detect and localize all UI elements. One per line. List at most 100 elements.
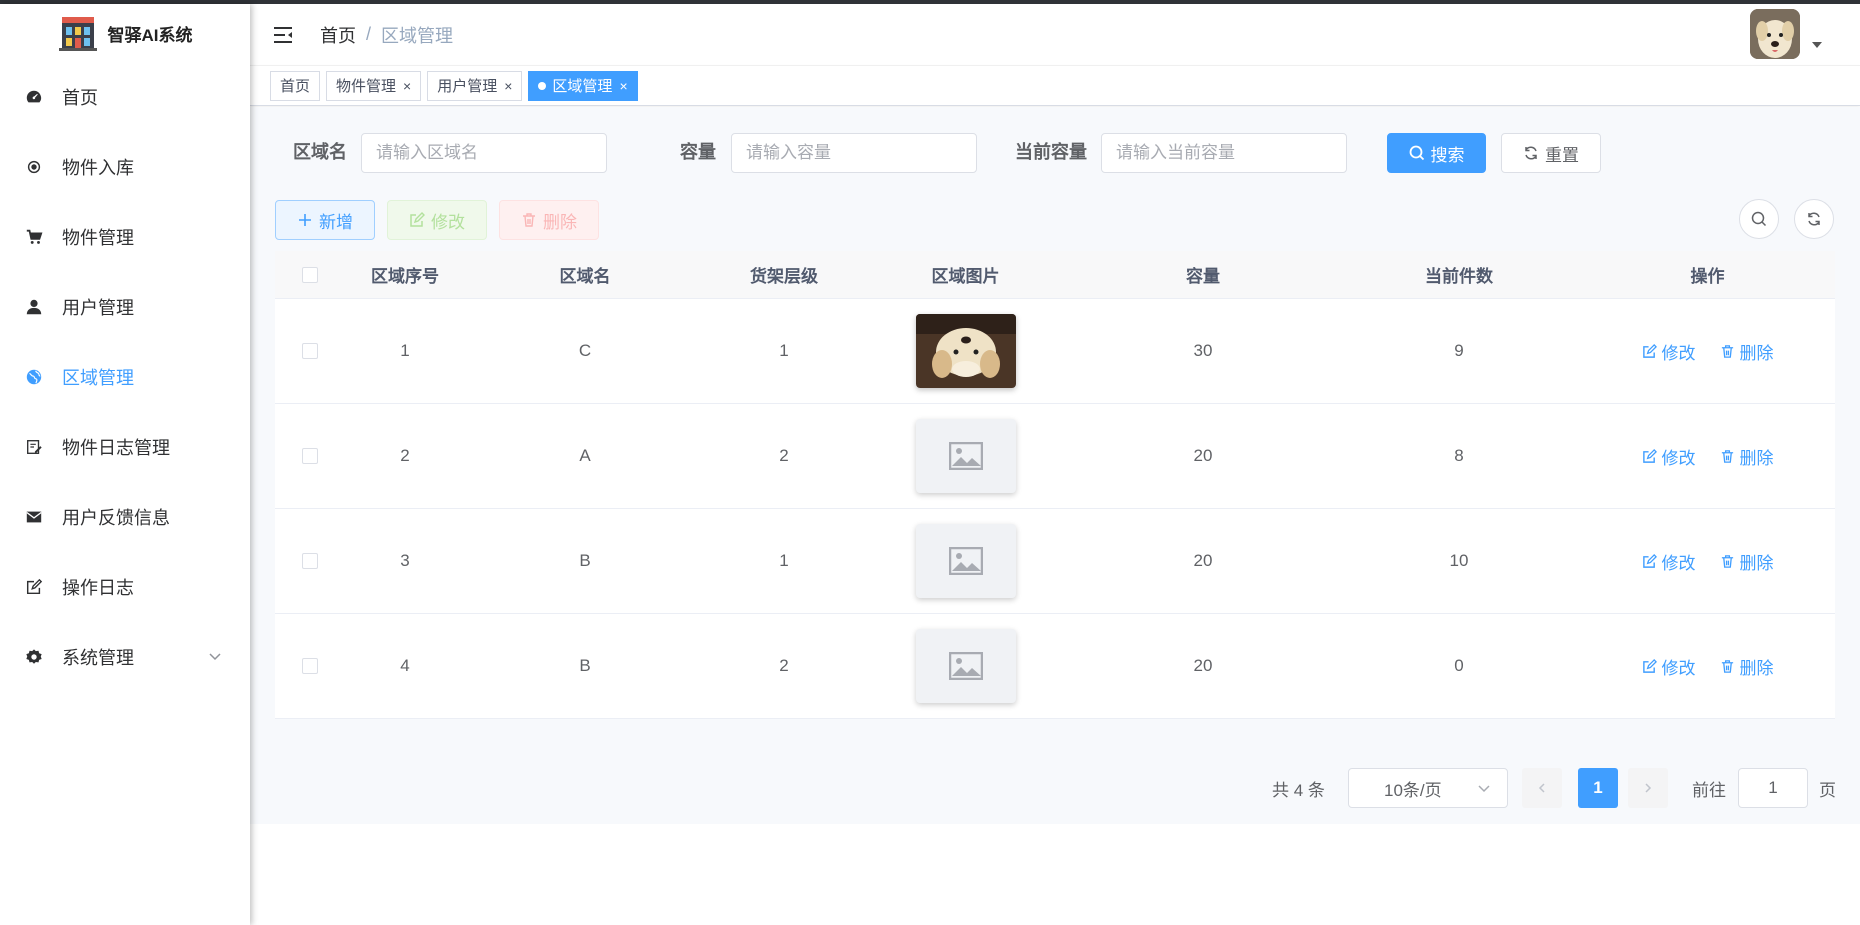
globe-icon (24, 367, 44, 387)
capacity: 20 (1193, 656, 1213, 675)
radio-icon (24, 157, 44, 177)
logo[interactable]: 智驿AI系统 (0, 4, 250, 62)
reset-button-label: 重置 (1545, 145, 1579, 165)
toggle-search-button[interactable] (1739, 199, 1779, 239)
sidebar-item-label: 区域管理 (62, 368, 134, 388)
prev-page-button[interactable] (1522, 768, 1562, 808)
zone-image-cell (863, 629, 1068, 703)
search-form: 区域名 请输入区域名 容量 请输入容量 当前容量 请输入当前容量 (250, 107, 1860, 187)
row-edit-label: 修改 (1661, 448, 1696, 468)
sidebar-item-users[interactable]: 用户管理 (0, 272, 250, 342)
zone-name-input[interactable]: 请输入区域名 (361, 133, 607, 173)
row-checkbox[interactable] (302, 343, 318, 359)
tag-items[interactable]: 物件管理 × (326, 70, 422, 101)
goto-page-input[interactable]: 1 (1738, 768, 1808, 808)
current-capacity-input[interactable]: 请输入当前容量 (1101, 133, 1347, 173)
sidebar-item-item-logs[interactable]: 物件日志管理 (0, 412, 250, 482)
sidebar-menu: 首页 物件入库 物件管理 用户管理 区域管理 物件日志管理 用户反馈信息 操作日… (0, 62, 250, 692)
image-placeholder-icon[interactable] (915, 419, 1016, 493)
delete-button[interactable]: 删除 (499, 200, 599, 240)
shelf-level: 2 (779, 446, 789, 465)
current-count: 10 (1449, 551, 1469, 570)
chevron-down-icon (1478, 785, 1490, 793)
row-edit-button[interactable]: 修改 (1642, 339, 1696, 364)
zone-name: B (579, 656, 591, 675)
row-select-cell (275, 553, 345, 569)
zone-image[interactable] (915, 314, 1016, 388)
breadcrumb-current: 区域管理 (381, 25, 454, 46)
close-icon[interactable]: × (504, 78, 512, 94)
row-delete-button[interactable]: 删除 (1720, 444, 1774, 469)
search-button-label: 搜索 (1430, 145, 1465, 165)
column-header: 区域序号 (371, 267, 439, 286)
tags-view: 首页 物件管理 × 用户管理 × 区域管理 × (250, 66, 1860, 106)
tag-label: 用户管理 (437, 78, 498, 95)
zone-name-label: 区域名 (293, 142, 347, 162)
zone-table: 区域序号 区域名 货架层级 区域图片 容量 当前件数 操作 1 C 1 30 9… (275, 251, 1835, 719)
reset-button[interactable]: 重置 (1501, 133, 1601, 173)
column-header: 区域名 (559, 267, 611, 286)
tag-users[interactable]: 用户管理 × (427, 70, 523, 101)
row-checkbox[interactable] (302, 658, 318, 674)
row-edit-button[interactable]: 修改 (1642, 444, 1696, 469)
edit-icon (410, 212, 425, 227)
hamburger-icon[interactable] (272, 24, 294, 46)
sidebar-item-stock-in[interactable]: 物件入库 (0, 132, 250, 202)
breadcrumb-home[interactable]: 首页 (320, 22, 356, 48)
sidebar-item-label: 用户管理 (62, 298, 134, 318)
column-header: 当前件数 (1425, 267, 1493, 286)
page-size-value: 10条/页 (1384, 780, 1442, 800)
sidebar-item-home[interactable]: 首页 (0, 62, 250, 132)
app-title: 智驿AI系统 (107, 25, 193, 45)
caret-down-icon[interactable] (1812, 42, 1822, 48)
form-icon (24, 577, 44, 597)
capacity-label: 容量 (680, 142, 716, 162)
sidebar-item-operation-logs[interactable]: 操作日志 (0, 552, 250, 622)
avatar[interactable] (1750, 9, 1800, 59)
row-actions: 修改 删除 (1580, 444, 1835, 469)
add-button[interactable]: 新增 (275, 200, 375, 240)
next-page-button[interactable] (1628, 768, 1668, 808)
tag-zones[interactable]: 区域管理 × (528, 70, 638, 101)
select-all-cell (275, 266, 345, 283)
cart-icon (24, 227, 44, 247)
edit-button[interactable]: 修改 (387, 200, 487, 240)
table-row: 4 B 2 20 0 修改 删除 (275, 614, 1835, 719)
row-select-cell (275, 448, 345, 464)
select-all-checkbox[interactable] (302, 266, 318, 283)
row-checkbox[interactable] (302, 553, 318, 569)
row-delete-button[interactable]: 删除 (1720, 339, 1774, 364)
refresh-icon (1808, 212, 1820, 226)
table-header: 区域序号 区域名 货架层级 区域图片 容量 当前件数 操作 (275, 251, 1835, 299)
sidebar-item-zones[interactable]: 区域管理 (0, 342, 250, 412)
refresh-table-button[interactable] (1794, 199, 1834, 239)
search-button[interactable]: 搜索 (1387, 133, 1486, 173)
row-delete-label: 删除 (1739, 343, 1774, 363)
tag-home[interactable]: 首页 (270, 70, 321, 101)
sidebar-item-system[interactable]: 系统管理 (0, 622, 250, 692)
page-number-button[interactable]: 1 (1578, 768, 1618, 808)
sidebar: 智驿AI系统 首页 物件入库 物件管理 用户管理 区域管理 物件日志管理 用户反… (0, 4, 250, 925)
row-delete-button[interactable]: 删除 (1720, 549, 1774, 574)
edit-icon (1642, 448, 1657, 463)
row-select-cell (275, 658, 345, 674)
page-size-select[interactable]: 10条/页 (1348, 768, 1508, 808)
sidebar-item-items[interactable]: 物件管理 (0, 202, 250, 272)
search-icon (1409, 145, 1424, 161)
row-checkbox[interactable] (302, 448, 318, 464)
sidebar-item-label: 物件管理 (62, 228, 134, 248)
zone-image-cell (863, 419, 1068, 493)
image-placeholder-icon[interactable] (915, 524, 1016, 598)
sidebar-item-feedback[interactable]: 用户反馈信息 (0, 482, 250, 552)
close-icon[interactable]: × (403, 78, 411, 94)
close-icon[interactable]: × (619, 78, 627, 94)
row-edit-button[interactable]: 修改 (1642, 654, 1696, 679)
image-placeholder-icon[interactable] (915, 629, 1016, 703)
row-delete-button[interactable]: 删除 (1720, 654, 1774, 679)
row-edit-button[interactable]: 修改 (1642, 549, 1696, 574)
capacity-input[interactable]: 请输入容量 (731, 133, 977, 173)
breadcrumb-separator: / (366, 24, 372, 44)
chevron-right-icon (1645, 783, 1652, 793)
zone-name: B (579, 551, 591, 570)
current-count: 8 (1454, 446, 1464, 465)
